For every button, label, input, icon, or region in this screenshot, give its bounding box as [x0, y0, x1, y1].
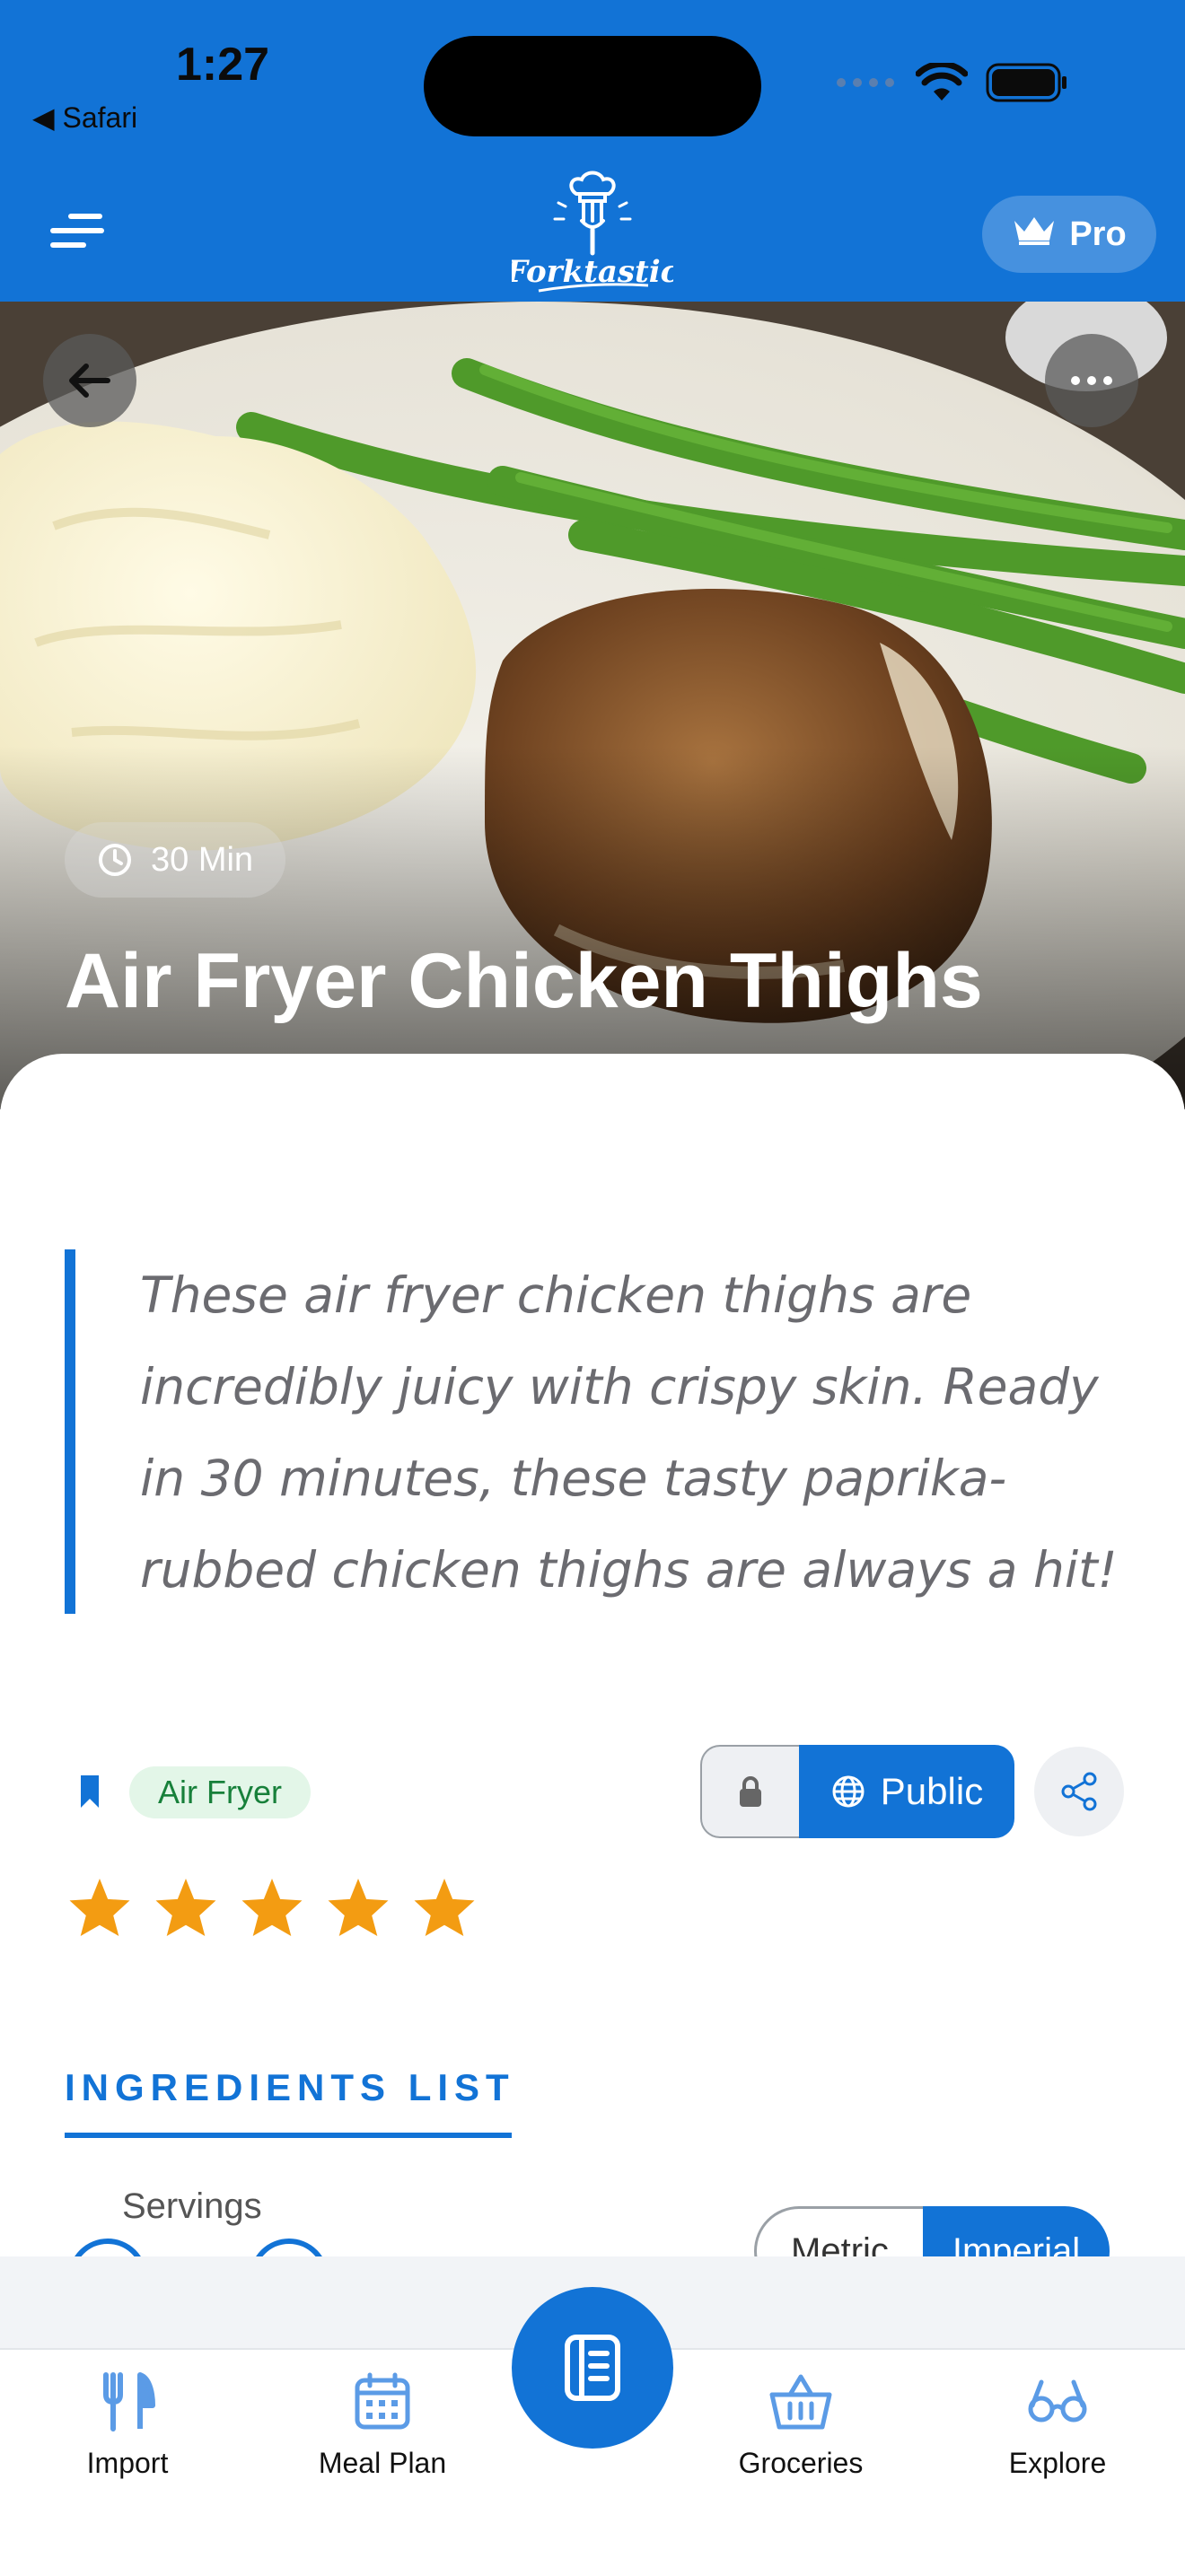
nav-item-import[interactable]: Import: [29, 2370, 226, 2480]
recipe-book-button[interactable]: [512, 2287, 673, 2449]
pro-button[interactable]: Pro: [982, 196, 1156, 273]
nav-label-meal-plan: Meal Plan: [318, 2447, 447, 2479]
cook-time-chip: 30 Min: [65, 822, 286, 898]
rating-stars[interactable]: [66, 1876, 478, 1939]
recipe-description: These air fryer chicken thighs are incre…: [140, 1266, 1118, 1599]
clock-icon: [99, 844, 131, 876]
globe-icon: [832, 1775, 865, 1808]
private-toggle[interactable]: [700, 1745, 799, 1838]
status-time: 1:27: [176, 39, 270, 91]
nav-item-meal-plan[interactable]: Meal Plan: [284, 2370, 481, 2480]
pro-label: Pro: [1069, 215, 1127, 253]
star-icon[interactable]: [411, 1876, 478, 1939]
category-tag[interactable]: Air Fryer: [129, 1766, 311, 1818]
dynamic-island: [424, 36, 761, 136]
quote-accent-bar: [65, 1249, 75, 1614]
star-icon[interactable]: [66, 1876, 133, 1939]
share-button[interactable]: [1034, 1747, 1124, 1836]
servings-label: Servings: [122, 2186, 262, 2226]
signal-dots-icon: [835, 76, 898, 93]
nav-item-explore[interactable]: Explore: [959, 2370, 1156, 2480]
recipe-book-icon: [565, 2335, 620, 2401]
arrow-left-icon: [69, 364, 110, 398]
top-app-bar: 1:27 ◀ Safari Forktastic Pro: [0, 0, 1185, 302]
visibility-label: Public: [880, 1770, 984, 1812]
nav-item-groceries[interactable]: Groceries: [702, 2370, 900, 2480]
star-icon[interactable]: [325, 1876, 391, 1939]
ellipsis-icon: [1071, 376, 1112, 385]
nav-label-groceries: Groceries: [738, 2447, 864, 2479]
wifi-icon: [915, 60, 969, 107]
fork-knife-icon: [103, 2372, 155, 2431]
public-toggle[interactable]: Public: [799, 1745, 1014, 1838]
star-icon[interactable]: [239, 1876, 305, 1939]
basket-icon: [769, 2374, 832, 2430]
nav-label-explore: Explore: [1008, 2447, 1107, 2479]
battery-icon: [986, 63, 1068, 107]
ingredients-title-underline: [65, 2133, 512, 2138]
more-options-button[interactable]: [1045, 334, 1138, 427]
calendar-icon: [355, 2372, 410, 2430]
share-icon: [1061, 1772, 1097, 1811]
cook-time-label: 30 Min: [151, 840, 254, 879]
back-button[interactable]: [43, 334, 136, 427]
crown-icon: [1012, 214, 1057, 255]
lock-icon: [740, 1776, 761, 1807]
back-to-safari-link[interactable]: ◀ Safari: [32, 101, 137, 135]
app-logo: Forktastic: [505, 167, 680, 302]
recipe-title: Air Fryer Chicken Thighs: [65, 938, 983, 1024]
bookmark-icon[interactable]: [79, 1774, 101, 1814]
status-icons: [835, 60, 1068, 108]
star-icon[interactable]: [153, 1876, 219, 1939]
menu-button[interactable]: [47, 212, 110, 251]
ingredients-section-title: INGREDIENTS LIST: [65, 2066, 515, 2108]
glasses-icon: [1028, 2379, 1087, 2423]
nav-label-import: Import: [86, 2447, 169, 2479]
